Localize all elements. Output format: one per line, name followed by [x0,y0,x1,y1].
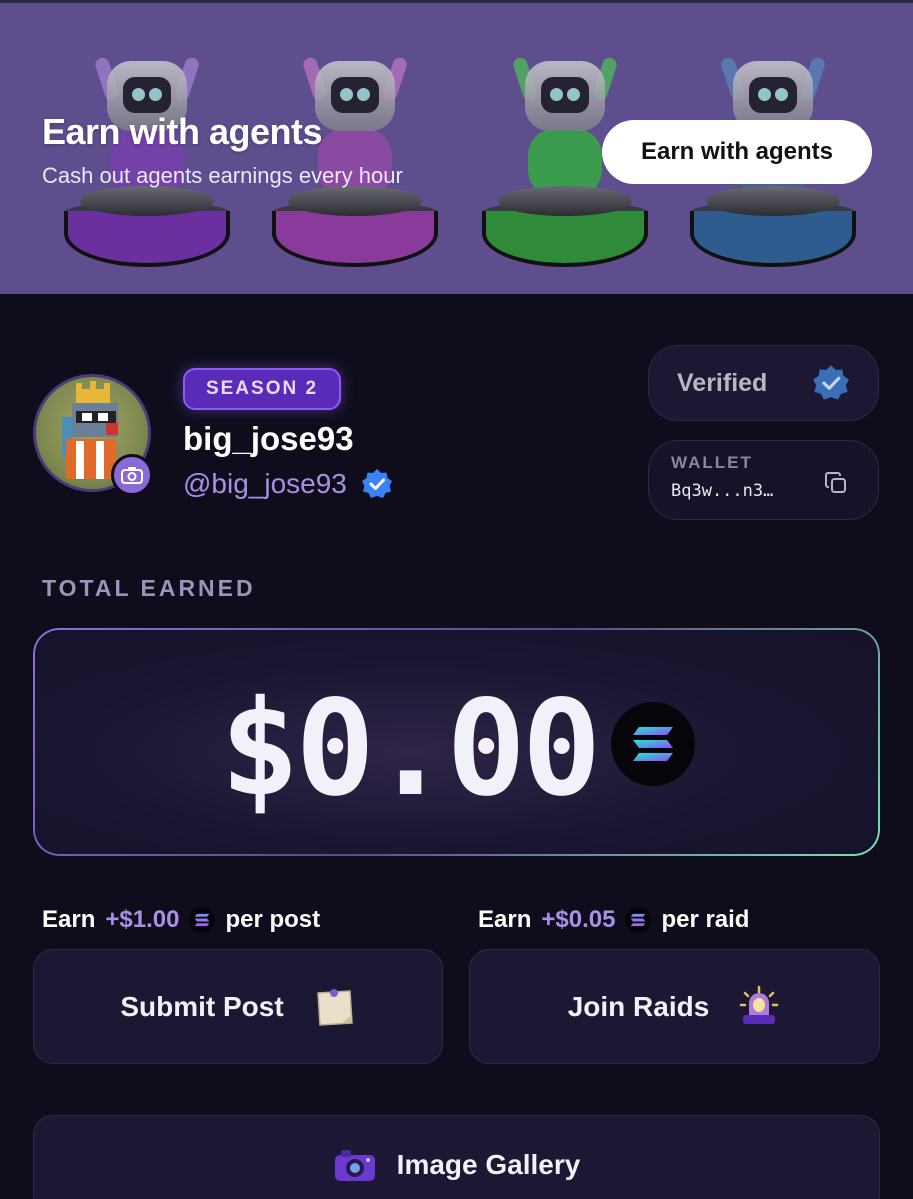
raid-reward-amount: +$0.05 [541,906,616,933]
banner-title: Earn with agents [42,111,323,152]
total-earned-label: TOTAL EARNED [42,575,256,601]
post-reward-info: Earn +$1.00 per post [42,906,320,934]
total-earned-amount: $0.00 [220,672,601,826]
user-handle-row: @big_jose93 [183,468,393,500]
username: big_jose93 [183,420,354,457]
wallet-copy-button[interactable]: WALLET Bq3w...n3… [648,440,879,520]
earn-with-agents-banner: Earn with agents Cash out agents earning… [0,0,913,294]
raid-reward-suffix: per raid [661,906,750,933]
verified-status: Verified [648,345,879,421]
season-badge: SEASON 2 [183,368,341,410]
raid-reward-info: Earn +$0.05 per raid [478,906,749,934]
post-reward-suffix: per post [225,906,321,933]
solana-icon [189,907,216,933]
earn-with-agents-button[interactable]: Earn with agents [602,120,872,184]
verified-badge-icon [813,365,849,400]
camera-icon [334,1150,375,1181]
banner-subtitle: Cash out agents earnings every hour [42,163,403,188]
siren-icon [740,985,779,1024]
robot-image-purple [62,51,232,271]
copy-icon [825,472,846,493]
post-reward-prefix: Earn [42,906,96,933]
user-handle: @big_jose93 [183,468,347,499]
wallet-label: WALLET [671,453,753,472]
solana-icon [625,907,652,933]
submit-post-button[interactable]: Submit Post [33,949,443,1064]
solana-icon [611,702,695,786]
memo-note-icon [316,988,353,1026]
image-gallery-button[interactable]: Image Gallery [33,1115,880,1199]
robot-image-magenta [270,51,440,271]
camera-icon [121,467,143,484]
image-gallery-label: Image Gallery [396,1149,581,1180]
join-raids-label: Join Raids [567,990,710,1022]
submit-post-label: Submit Post [120,990,284,1022]
post-reward-amount: +$1.00 [105,906,180,933]
verified-badge-icon [361,469,392,498]
raid-reward-prefix: Earn [478,906,532,933]
join-raids-button[interactable]: Join Raids [469,949,880,1064]
change-avatar-button[interactable] [111,454,153,496]
verified-label: Verified [677,368,768,397]
profile-avatar-container [33,374,153,496]
